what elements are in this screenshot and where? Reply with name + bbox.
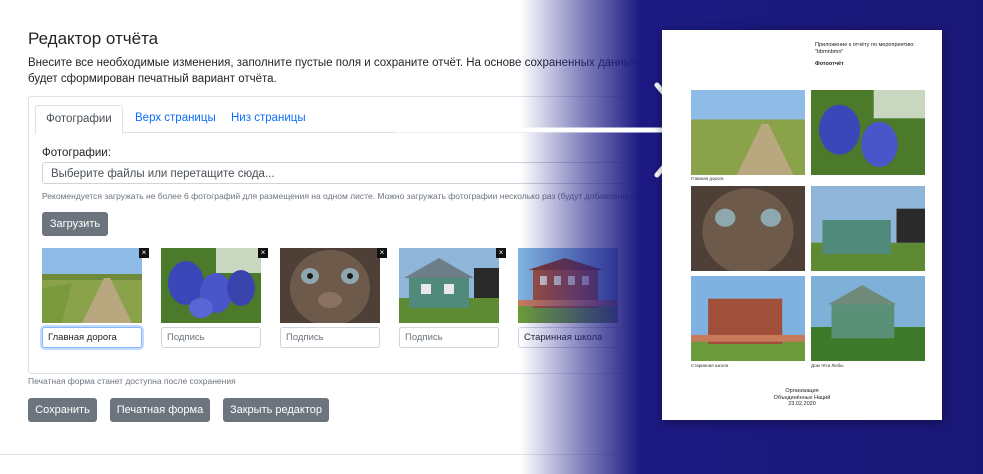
- caption-input-2[interactable]: Подпись: [161, 327, 261, 348]
- caption-input-3[interactable]: Подпись: [280, 327, 380, 348]
- remove-photo-1-icon[interactable]: ×: [139, 248, 149, 258]
- doc-footer-date: 23.02.2020: [788, 401, 816, 407]
- tab-photos[interactable]: Фотографии: [35, 105, 123, 134]
- close-editor-button[interactable]: Закрыть редактор: [223, 398, 329, 422]
- house-photo: [399, 248, 499, 323]
- doc-footer: Организация Объединённых Наций 23.02.202…: [662, 388, 942, 408]
- doc-school-photo: [691, 276, 805, 361]
- doc-header: Приложение к отчёту по мероприятию: "bbm…: [815, 42, 915, 55]
- caption-input-5[interactable]: Старинная школа: [518, 327, 618, 348]
- doc-title: Фотоотчёт: [815, 61, 844, 67]
- tab-page-top[interactable]: Верх страницы: [125, 105, 226, 131]
- doc-house-photo: [811, 186, 925, 271]
- print-preview-document: Приложение к отчёту по мероприятию: "bbm…: [662, 30, 942, 420]
- doc-flowers-photo: [811, 90, 925, 175]
- page-title: Редактор отчёта: [28, 29, 159, 48]
- upload-button[interactable]: Загрузить: [42, 212, 108, 236]
- print-form-button[interactable]: Печатная форма: [110, 398, 210, 422]
- arrow-icon: [395, 82, 698, 178]
- upload-hint: Рекомендуется загружать не более 6 фотог…: [42, 191, 712, 201]
- print-note: Печатная форма станет доступна после сох…: [28, 376, 236, 386]
- photos-label: Фотографии:: [42, 147, 111, 159]
- remove-photo-2-icon[interactable]: ×: [258, 248, 268, 258]
- doc-green-house-photo: [811, 276, 925, 361]
- remove-photo-4-icon[interactable]: ×: [496, 248, 506, 258]
- remove-photo-3-icon[interactable]: ×: [377, 248, 387, 258]
- caption-input-4[interactable]: Подпись: [399, 327, 499, 348]
- doc-caption-5: Старинная школа: [691, 363, 729, 368]
- school-photo: [518, 248, 618, 323]
- caption-input-1[interactable]: Главная дорога: [42, 327, 142, 348]
- flowers-photo: [161, 248, 261, 323]
- road-photo: [42, 248, 142, 323]
- doc-caption-6: Дом тёти Любы: [811, 363, 844, 368]
- save-button[interactable]: Сохранить: [28, 398, 97, 422]
- doc-cat-photo: [691, 186, 805, 271]
- divider: [0, 454, 640, 455]
- cat-photo: [280, 248, 380, 323]
- doc-road-photo: [691, 90, 805, 175]
- tab-page-bottom[interactable]: Низ страницы: [221, 105, 316, 131]
- doc-caption-1: Главная дорога: [691, 176, 724, 181]
